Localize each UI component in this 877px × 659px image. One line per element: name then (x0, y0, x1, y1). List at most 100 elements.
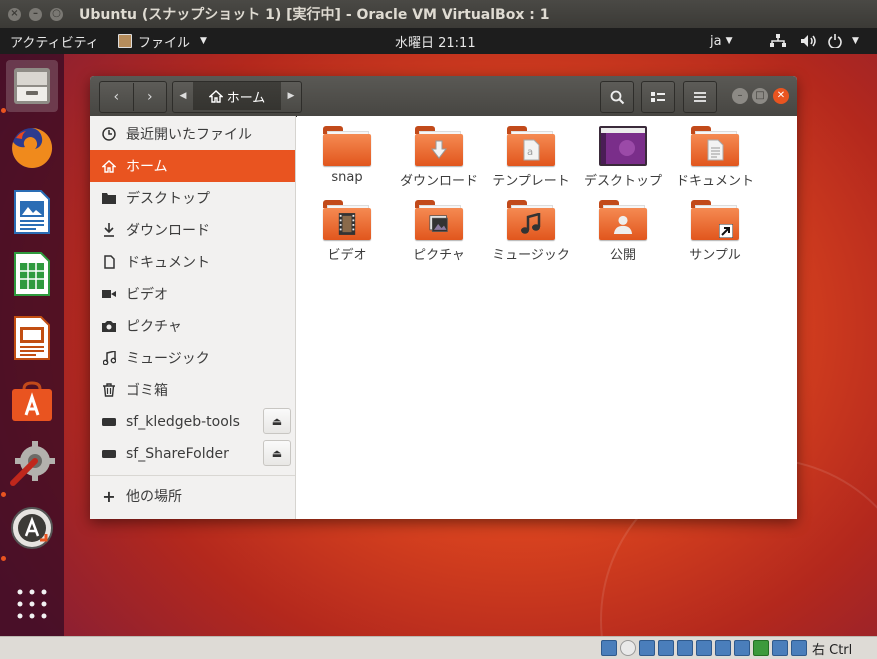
sidebar-item-sf-kledgeb-tools[interactable]: sf_kledgeb-tools ⏏ (90, 406, 295, 438)
sidebar-item-downloads[interactable]: ダウンロード (90, 214, 295, 246)
sidebar-item-label: ピクチャ (126, 319, 182, 335)
back-button[interactable]: ‹ (100, 89, 133, 105)
calc-icon[interactable] (6, 248, 58, 300)
folder-icon (323, 126, 371, 168)
folder-label: 公開 (609, 248, 636, 263)
power-icon (828, 34, 842, 48)
sidebar-item-documents[interactable]: ドキュメント (90, 246, 295, 278)
optical-drive-icon[interactable] (620, 640, 636, 656)
input-method-menu[interactable]: ja ▼ (710, 28, 733, 54)
sidebar-item-music[interactable]: ミュージック (90, 342, 295, 374)
vbox-status-bar: 右 Ctrl (0, 636, 877, 659)
svg-text:a: a (527, 147, 533, 158)
folder-documents[interactable]: ドキュメント (669, 126, 761, 196)
host-maximize-button[interactable]: ○ (50, 7, 63, 21)
eject-button[interactable]: ⏏ (263, 408, 291, 434)
top-bar: アクティビティ ファイル ▼ 水曜日 21:11 ja ▼ ▼ (0, 28, 877, 54)
path-bar: ◀ ホーム ▶ (172, 81, 302, 113)
host-close-button[interactable]: × (8, 7, 21, 21)
chevron-down-icon: ▼ (852, 36, 859, 46)
camera-icon (100, 320, 118, 332)
hamburger-menu-button[interactable] (683, 81, 717, 113)
firefox-icon[interactable] (6, 122, 58, 174)
sidebar-item-trash[interactable]: ゴミ箱 (90, 374, 295, 406)
plus-icon: + (102, 486, 116, 506)
folder-music[interactable]: ミュージック (485, 200, 577, 270)
app-menu[interactable]: ファイル ▼ (118, 28, 207, 54)
display-icon[interactable] (715, 640, 731, 656)
nav-buttons: ‹ › (99, 81, 167, 113)
folder-label: ビデオ (327, 248, 367, 263)
folder-videos[interactable]: ビデオ (301, 200, 393, 270)
activities-button[interactable]: アクティビティ (10, 28, 99, 54)
sidebar-item-other-locations[interactable]: + 他の場所 (90, 480, 295, 512)
software-icon[interactable] (6, 376, 58, 428)
folder-templates[interactable]: a テンプレート (485, 126, 577, 196)
folder-pictures[interactable]: ピクチャ (393, 200, 485, 270)
volume-icon[interactable] (800, 28, 818, 54)
sidebar-item-home[interactable]: ホーム (90, 150, 295, 182)
places-sidebar: 最近開いたファイル ホーム デスクトップ ダウンロード ドキュメント ビデオ ピ… (90, 116, 296, 519)
music-folder-icon (507, 200, 555, 242)
window-close-button[interactable]: ✕ (773, 88, 789, 104)
host-minimize-button[interactable]: – (29, 7, 42, 21)
sidebar-item-label: 他の場所 (126, 489, 182, 505)
sidebar-item-videos[interactable]: ビデオ (90, 278, 295, 310)
power-menu[interactable]: ▼ (828, 28, 859, 54)
keyboard-icon[interactable] (791, 640, 807, 656)
eject-button[interactable]: ⏏ (263, 440, 291, 466)
folder-label: ミュージック (492, 248, 570, 263)
files-icon[interactable] (6, 60, 58, 112)
view-toggle-button[interactable] (641, 81, 675, 113)
audio-icon[interactable] (639, 640, 655, 656)
cpu-activity-icon[interactable] (753, 640, 769, 656)
folder-examples[interactable]: サンプル (669, 200, 761, 270)
sidebar-item-sf-sharefolder[interactable]: sf_ShareFolder ⏏ (90, 438, 295, 470)
drive-icon (100, 417, 118, 427)
mouse-integration-icon[interactable] (772, 640, 788, 656)
sidebar-item-pictures[interactable]: ピクチャ (90, 310, 295, 342)
path-left-arrow[interactable]: ◀ (173, 82, 193, 110)
guest-desktop: アクティビティ ファイル ▼ 水曜日 21:11 ja ▼ ▼ ‹ › ◀ ホー… (0, 28, 877, 636)
forward-button[interactable]: › (134, 89, 167, 105)
sidebar-item-label: ダウンロード (126, 223, 210, 239)
folder-public[interactable]: 公開 (577, 200, 669, 270)
video-capture-icon[interactable] (734, 640, 750, 656)
folder-downloads[interactable]: ダウンロード (393, 126, 485, 196)
search-button[interactable] (600, 81, 634, 113)
host-window-title: Ubuntu (スナップショット 1) [実行中] - Oracle VM Vi… (79, 7, 550, 23)
sidebar-item-label: ゴミ箱 (126, 383, 168, 399)
sidebar-item-label: 最近開いたファイル (126, 127, 252, 143)
network-status-icon[interactable] (658, 640, 674, 656)
video-icon (100, 288, 118, 300)
music-icon (100, 351, 118, 365)
path-crumb-home[interactable]: ホーム (193, 82, 281, 110)
window-maximize-button[interactable]: □ (752, 88, 768, 104)
sidebar-divider (90, 475, 295, 476)
network-icon[interactable] (770, 28, 786, 54)
download-icon (100, 223, 118, 237)
folder-label: ドキュメント (675, 174, 754, 189)
usb-icon[interactable] (677, 640, 693, 656)
window-minimize-button[interactable]: – (732, 88, 748, 104)
shared-folders-icon[interactable] (696, 640, 712, 656)
download-folder-icon (415, 126, 463, 168)
writer-icon[interactable] (6, 186, 58, 238)
search-icon (610, 90, 624, 104)
folder-label: ピクチャ (413, 248, 465, 263)
sidebar-item-desktop[interactable]: デスクトップ (90, 182, 295, 214)
folder-label: ダウンロード (399, 174, 478, 189)
folder-view: snap ダウンロード a テンプレート デスクトップ ドキュメント ビデオ ピ… (297, 116, 797, 519)
folder-desktop[interactable]: デスクトップ (577, 126, 669, 196)
settings-icon[interactable] (6, 438, 58, 490)
impress-icon[interactable] (6, 312, 58, 364)
sidebar-item-recent[interactable]: 最近開いたファイル (90, 118, 295, 150)
path-right-arrow[interactable]: ▶ (281, 82, 301, 110)
updater-icon[interactable] (6, 502, 58, 554)
folder-snap[interactable]: snap (301, 126, 393, 196)
running-indicator (1, 492, 6, 497)
sidebar-item-label: ドキュメント (126, 255, 210, 271)
clock[interactable]: 水曜日 21:11 (395, 28, 476, 54)
show-apps-icon[interactable] (6, 578, 58, 630)
hdd-icon[interactable] (601, 640, 617, 656)
